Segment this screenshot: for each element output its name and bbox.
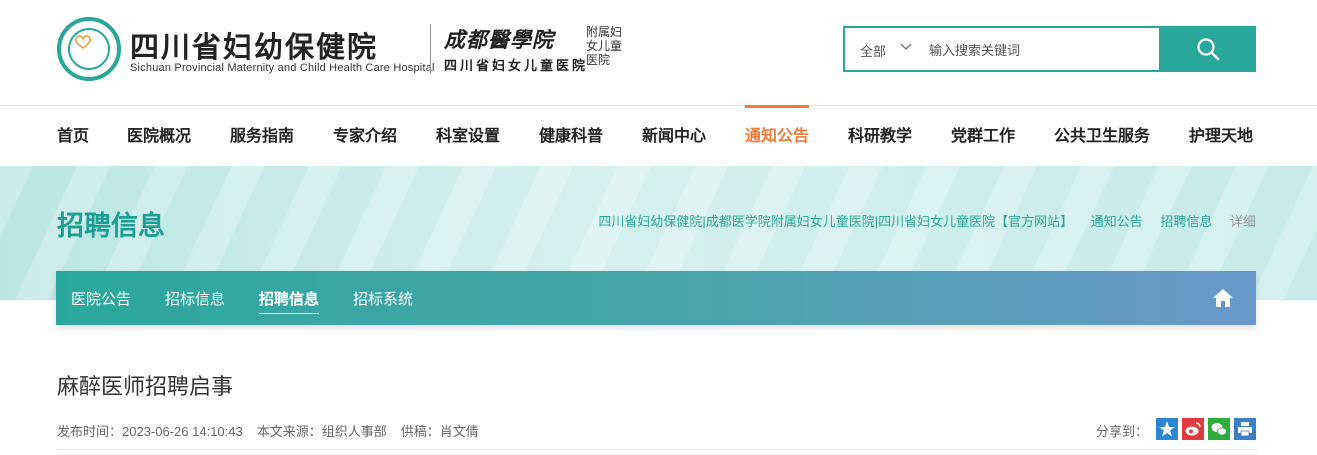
breadcrumb-notices[interactable]: 通知公告 (1091, 214, 1143, 229)
nav-item-public-health[interactable]: 公共卫生服务 (1054, 106, 1150, 166)
search-box: 全部 (843, 26, 1161, 72)
nav-item-departments[interactable]: 科室设置 (436, 106, 500, 166)
hospital-name-en: Sichuan Provincial Maternity and Child H… (130, 62, 435, 74)
weibo-icon[interactable] (1182, 418, 1204, 440)
nav-item-service-guide[interactable]: 服务指南 (230, 106, 294, 166)
hospital-logo-icon[interactable] (57, 17, 121, 81)
breadcrumb-current: 详细 (1229, 214, 1256, 229)
chevron-down-icon[interactable] (899, 39, 913, 53)
publish-time: 2023-06-26 14:10:43 (122, 424, 243, 439)
publish-label: 发布时间： (57, 424, 123, 439)
sub-nav: 医院公告 招标信息 招聘信息 招标系统 (56, 271, 1256, 325)
affiliate-name: 四川省妇女儿童医院 (444, 58, 589, 73)
share-label: 分享到： (1096, 424, 1149, 439)
site-header: 四川省妇幼保健院 Sichuan Provincial Maternity an… (0, 0, 1317, 106)
nav-item-health[interactable]: 健康科普 (539, 106, 603, 166)
nav-item-nursing[interactable]: 护理天地 (1189, 106, 1253, 166)
affiliate-line: 附属妇女儿童医院 (586, 25, 623, 67)
search-icon (1197, 38, 1220, 61)
search-button[interactable] (1161, 26, 1256, 72)
source-label: 本文来源： (256, 424, 322, 439)
breadcrumb-home[interactable]: 四川省妇幼保健院|成都医学院附属妇女儿童医院|四川省妇女儿童医院【官方网站】 (598, 214, 1073, 229)
nav-item-home[interactable]: 首页 (57, 106, 89, 166)
article-title: 麻醉医师招聘启事 (57, 375, 234, 400)
subnav-item-tender-system[interactable]: 招标系统 (353, 271, 413, 325)
nav-item-overview[interactable]: 医院概况 (127, 106, 191, 166)
home-icon[interactable] (1212, 288, 1234, 308)
nav-item-notices[interactable]: 通知公告 (745, 105, 810, 166)
article-divider (57, 449, 1257, 450)
author-value: 肖文倩 (439, 424, 479, 439)
qzone-star-icon[interactable] (1156, 418, 1178, 440)
subnav-item-recruitment[interactable]: 招聘信息 (259, 271, 320, 325)
page-title: 招聘信息 (57, 211, 165, 242)
logo-divider (430, 24, 431, 74)
source-value: 组织人事部 (321, 424, 387, 439)
nav-item-news[interactable]: 新闻中心 (642, 106, 706, 166)
heart-icon (74, 35, 92, 49)
search-input[interactable] (929, 38, 1149, 62)
article-meta: 发布时间：2023-06-26 14:10:43 本文来源：组织人事部 供稿：肖文倩 (57, 421, 493, 440)
nav-item-research[interactable]: 科研教学 (848, 106, 912, 166)
nav-item-party[interactable]: 党群工作 (951, 106, 1015, 166)
nav-item-experts[interactable]: 专家介绍 (333, 106, 397, 166)
hospital-name-cn: 四川省妇幼保健院 (130, 30, 379, 64)
breadcrumb-recruitment[interactable]: 招聘信息 (1160, 214, 1212, 229)
breadcrumb: 四川省妇幼保健院|成都医学院附属妇女儿童医院|四川省妇女儿童医院【官方网站】 通… (598, 211, 1256, 230)
subnav-item-tenders[interactable]: 招标信息 (165, 271, 225, 325)
wechat-icon[interactable] (1208, 418, 1230, 440)
author-label: 供稿： (400, 424, 440, 439)
print-icon[interactable] (1234, 418, 1256, 440)
university-calligraphy: 成都醫學院 (444, 27, 554, 52)
search-scope-select[interactable]: 全部 (860, 41, 886, 60)
main-nav: 首页 医院概况 服务指南 专家介绍 科室设置 健康科普 新闻中心 通知公告 科研… (0, 105, 1317, 166)
subnav-item-announcements[interactable]: 医院公告 (71, 271, 131, 325)
